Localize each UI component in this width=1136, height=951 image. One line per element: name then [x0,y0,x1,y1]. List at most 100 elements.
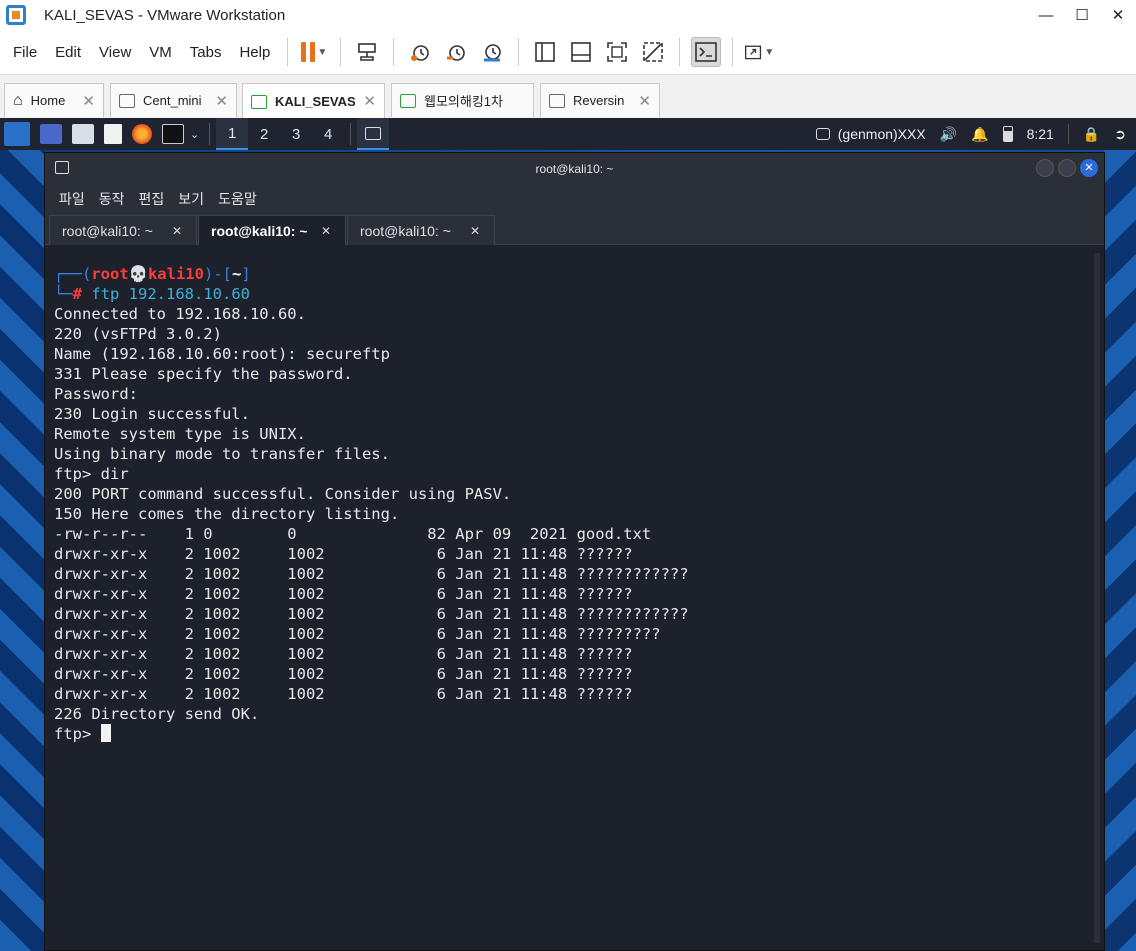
output-line: 150 Here comes the directory listing. [54,505,400,523]
menu-help[interactable]: Help [230,44,279,61]
menu-file[interactable]: File [0,44,46,61]
menu-action[interactable]: 동작 [99,189,125,209]
workspace-1[interactable]: 1 [216,118,249,150]
menu-tabs[interactable]: Tabs [181,44,231,61]
close-icon[interactable]: ✕ [321,224,331,238]
terminal-scrollbar[interactable] [1094,253,1100,943]
chevron-down-icon[interactable]: ⌄ [190,128,199,141]
unity-button[interactable] [638,37,668,67]
window-controls: — ☐ ✕ [1028,0,1136,30]
terminal-tab-1[interactable]: root@kali10: ~ ✕ [49,215,197,245]
snapshot-icon [411,45,430,61]
terminal-tab-3[interactable]: root@kali10: ~ ✕ [347,215,495,245]
chat-icon[interactable] [815,128,830,140]
tab-label: Home [30,93,66,108]
show-desktop-icon[interactable] [40,124,62,144]
toolbar-separator [340,38,342,66]
tab-reversin[interactable]: Reversin ✕ [540,83,660,117]
close-icon[interactable]: ✕ [82,92,95,110]
output-line: 230 Login successful. [54,405,250,423]
minimize-button[interactable]: — [1028,0,1064,30]
close-button[interactable]: ✕ [1080,159,1098,177]
menu-help[interactable]: 도움말 [218,189,257,209]
kali-menu-icon[interactable] [4,122,30,146]
output-line: Password: [54,385,138,403]
close-icon[interactable]: ✕ [172,224,182,238]
text-editor-icon[interactable] [104,124,122,144]
tab-cent-mini[interactable]: Cent_mini ✕ [110,83,237,117]
vmware-menubar: File Edit View VM Tabs Help ▼ ▼ [0,30,1136,74]
tab-label: root@kali10: ~ [360,222,451,239]
workspace-2[interactable]: 2 [248,118,280,150]
snapshot-button[interactable] [405,37,435,67]
notification-bell-icon[interactable]: 🔔 [971,126,988,143]
lock-icon[interactable]: 🔒 [1083,126,1100,143]
tab-label: KALI_SEVAS [275,94,356,109]
pause-button[interactable]: ▼ [299,37,329,67]
output-line: drwxr-xr-x 2 1002 1002 6 Jan 21 11:48 ??… [54,685,633,703]
revert-snapshot-button[interactable] [441,37,471,67]
pause-icon [301,42,316,62]
snapshot-manager-button[interactable] [477,37,507,67]
close-icon[interactable]: ✕ [638,92,651,110]
minimize-button[interactable] [1036,159,1054,177]
maximize-button[interactable]: ☐ [1064,0,1100,30]
output-line: -rw-r--r-- 1 0 0 82 Apr 09 2021 good.txt [54,525,652,543]
close-button[interactable]: ✕ [1100,0,1136,30]
command-text: ftp 192.168.10.60 [91,285,250,303]
show-library-button[interactable] [530,37,560,67]
toolbar-separator [518,38,520,66]
output-line: 220 (vsFTPd 3.0.2) [54,325,222,343]
thumbnail-bar-icon [571,42,592,62]
terminal-tab-2[interactable]: root@kali10: ~ ✕ [198,215,346,245]
battery-icon[interactable] [1002,126,1013,142]
logout-icon[interactable]: ➲ [1114,126,1126,143]
clock[interactable]: 8:21 [1027,126,1054,142]
skull-icon: 💀 [128,265,148,283]
vm-icon [119,93,135,108]
workspace-4[interactable]: 4 [312,118,344,150]
terminal-output[interactable]: ┌──(root💀kali10)-[~] └─# ftp 192.168.10.6… [45,246,1104,950]
menu-view[interactable]: 보기 [178,189,204,209]
workspace-3[interactable]: 3 [280,118,312,150]
menu-file[interactable]: 파일 [59,189,85,209]
menu-view[interactable]: View [90,44,140,61]
tab-label: 웹모의해킹1차 [424,94,503,109]
terminal-window: root@kali10: ~ ✕ 파일 동작 편집 보기 도움말 root@ka… [44,152,1105,951]
firefox-icon[interactable] [132,124,152,144]
tab-web-hacking[interactable]: 웹모의해킹1차 [391,83,534,117]
terminal-icon[interactable] [162,124,184,144]
terminal-window-controls: ✕ [1036,159,1098,177]
window-title: KALI_SEVAS - VMware Workstation [44,6,286,24]
close-icon[interactable]: ✕ [215,92,228,110]
desktop-wallpaper-left [0,150,44,951]
close-icon[interactable]: ✕ [363,92,376,110]
terminal-title: root@kali10: ~ [535,162,614,176]
menu-edit[interactable]: 편집 [139,189,165,209]
menu-edit[interactable]: Edit [46,44,90,61]
tab-home[interactable]: ⌂ Home ✕ [4,83,104,117]
tab-kali-sevas[interactable]: KALI_SEVAS ✕ [242,83,385,119]
full-screen-button[interactable] [602,37,632,67]
vm-running-icon [251,94,267,109]
stretch-guest-button[interactable]: ▼ [744,37,774,67]
menu-vm[interactable]: VM [140,44,181,61]
output-line: 226 Directory send OK. [54,705,260,723]
send-ctrl-alt-del-button[interactable] [352,37,382,67]
close-icon[interactable]: ✕ [470,224,480,238]
taskbar-terminal-button[interactable] [357,118,390,150]
maximize-button[interactable] [1058,159,1076,177]
file-manager-icon[interactable] [72,124,94,144]
output-line: Using binary mode to transfer files. [54,445,390,463]
output-lines: Connected to 192.168.10.60. 220 (vsFTPd 3… [54,304,1104,724]
chevron-down-icon: ▼ [317,46,328,58]
snapshot-manager-icon [484,44,502,62]
volume-icon[interactable]: 🔊 [940,126,957,143]
terminal-tab-bar: root@kali10: ~ ✕ root@kali10: ~ ✕ root@k… [45,213,1104,245]
prompt-host: kali10 [147,265,204,283]
output-line: drwxr-xr-x 2 1002 1002 6 Jan 21 11:48 ??… [54,665,633,683]
console-view-button[interactable] [691,37,722,67]
network-icon [358,43,377,61]
output-line: 331 Please specify the password. [54,365,353,383]
show-thumbnail-button[interactable] [566,37,596,67]
